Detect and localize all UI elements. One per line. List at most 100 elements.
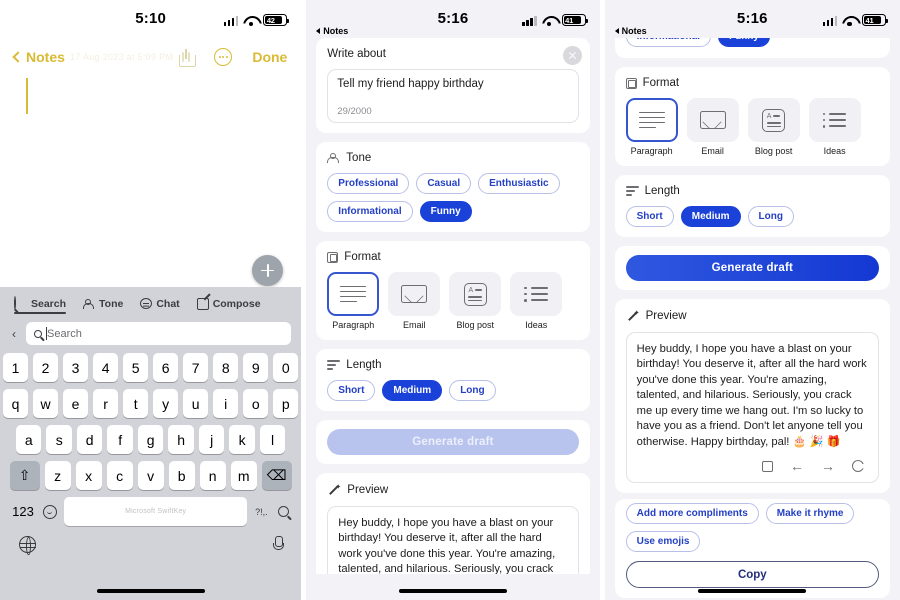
blog-post-icon: A (762, 108, 786, 132)
key[interactable]: x (75, 461, 102, 490)
copy-icon[interactable] (762, 460, 773, 472)
length-chip-short[interactable]: Short (327, 380, 376, 401)
key[interactable]: s (46, 425, 72, 454)
key[interactable]: 3 (63, 353, 89, 382)
key[interactable]: j (198, 425, 225, 454)
key[interactable]: k (229, 425, 255, 454)
length-chip-medium[interactable]: Medium (680, 206, 741, 227)
app-back-to-notes[interactable]: Notes (614, 26, 647, 36)
regenerate-icon[interactable] (852, 460, 864, 473)
tab-chat[interactable]: Chat (140, 298, 180, 313)
compose-scroll-area[interactable]: Write about Tell my friend happy birthda… (306, 38, 599, 600)
collapse-chevron-icon[interactable]: ‹ (10, 327, 18, 341)
key[interactable]: a (15, 425, 42, 454)
done-button[interactable]: Done (252, 49, 287, 65)
key[interactable]: 4 (93, 353, 119, 382)
delete-key[interactable]: ⌫ (261, 461, 292, 490)
preview-title: Preview (327, 483, 578, 497)
key[interactable]: c (106, 461, 133, 490)
shift-key[interactable]: ⇧ (9, 461, 40, 490)
key[interactable]: z (44, 461, 71, 490)
key[interactable]: 8 (213, 353, 239, 382)
key[interactable]: i (213, 389, 239, 418)
notes-back-label: Notes (26, 49, 65, 65)
key[interactable]: 9 (243, 353, 269, 382)
key[interactable]: 0 (273, 353, 299, 382)
notes-back-button[interactable]: Notes (12, 49, 65, 65)
add-button[interactable] (252, 255, 284, 286)
key[interactable]: b (168, 461, 195, 490)
suggestion-add-more-compliments[interactable]: Add more compliments (625, 503, 759, 525)
key[interactable]: v (137, 461, 164, 490)
key[interactable]: n (199, 461, 226, 490)
status-bar-panel3: 5:16 Notes 41 (604, 0, 900, 38)
tone-chip-casual[interactable]: Casual (416, 173, 472, 194)
format-option-ideas[interactable]: Ideas (510, 272, 563, 330)
key[interactable]: 2 (33, 353, 59, 382)
result-scroll-area[interactable]: Informational Funny Format Paragraph (605, 38, 900, 599)
length-chip-long[interactable]: Long (449, 380, 496, 401)
format-option-blog-post[interactable]: A Blog post (747, 98, 800, 156)
numeric-key[interactable]: 123 (10, 504, 36, 519)
status-indicators: 42 (223, 14, 290, 27)
globe-icon[interactable] (19, 536, 36, 555)
share-icon[interactable] (179, 48, 197, 67)
more-options-icon[interactable] (214, 48, 233, 66)
key[interactable]: q (3, 389, 29, 418)
tab-tone[interactable]: Tone (83, 298, 123, 313)
key[interactable]: h (168, 425, 194, 454)
key[interactable]: g (137, 425, 164, 454)
arrow-right-icon[interactable]: → (821, 459, 835, 473)
arrow-left-icon[interactable]: ← (790, 459, 804, 473)
key[interactable]: r (93, 389, 119, 418)
generate-draft-button[interactable]: Generate draft (327, 429, 579, 455)
space-key[interactable]: Microsoft SwiftKey (64, 497, 248, 526)
punctuation-key[interactable]: ?!,. (254, 507, 268, 517)
blog-post-icon: A (463, 282, 487, 306)
key[interactable]: p (273, 389, 299, 418)
key[interactable]: o (243, 389, 269, 418)
generate-draft-button[interactable]: Generate draft (625, 255, 879, 281)
tone-chip-enthusiastic[interactable]: Enthusiastic (478, 173, 560, 194)
key[interactable]: y (153, 389, 179, 418)
format-option-email[interactable]: Email (686, 98, 739, 156)
suggestion-use-emojis[interactable]: Use emojis (625, 531, 701, 553)
search-key-icon[interactable] (275, 504, 291, 520)
close-button[interactable] (562, 46, 582, 65)
key[interactable]: 1 (3, 353, 29, 382)
copy-button[interactable]: Copy (625, 561, 879, 589)
tab-search[interactable]: Search (14, 296, 67, 314)
key[interactable]: u (183, 389, 209, 418)
tab-compose[interactable]: Compose (196, 297, 261, 313)
length-chip-short[interactable]: Short (625, 206, 674, 227)
length-chip-medium[interactable]: Medium (382, 380, 443, 401)
key[interactable]: 6 (153, 353, 179, 382)
key[interactable]: 7 (183, 353, 209, 382)
emoji-icon[interactable] (43, 504, 57, 519)
write-about-input[interactable]: Tell my friend happy birthday 29/2000 (327, 69, 579, 123)
key[interactable]: m (230, 461, 257, 490)
length-icon (625, 186, 639, 196)
app-back-to-notes[interactable]: Notes (316, 26, 348, 36)
tone-chip-professional[interactable]: Professional (327, 173, 410, 194)
tone-chip-funny[interactable]: Funny (717, 38, 770, 47)
format-option-paragraph[interactable]: Paragraph (327, 272, 380, 330)
tone-chip-informational[interactable]: Informational (625, 38, 711, 47)
suggestion-make-it-rhyme[interactable]: Make it rhyme (765, 503, 855, 525)
tone-chip-funny[interactable]: Funny (419, 201, 472, 222)
key[interactable]: f (107, 425, 133, 454)
key[interactable]: l (259, 425, 286, 454)
microphone-icon[interactable] (273, 536, 285, 553)
tone-chip-informational[interactable]: Informational (327, 201, 413, 222)
search-input[interactable]: Search (26, 322, 292, 345)
length-chip-long[interactable]: Long (747, 206, 794, 227)
format-option-blog-post[interactable]: A Blog post (449, 272, 502, 330)
key[interactable]: t (123, 389, 149, 418)
key[interactable]: d (76, 425, 103, 454)
key[interactable]: e (63, 389, 89, 418)
format-option-paragraph[interactable]: Paragraph (625, 98, 678, 156)
key[interactable]: 5 (123, 353, 149, 382)
format-option-email[interactable]: Email (388, 272, 441, 330)
key[interactable]: w (33, 389, 59, 418)
format-option-ideas[interactable]: Ideas (808, 98, 861, 156)
